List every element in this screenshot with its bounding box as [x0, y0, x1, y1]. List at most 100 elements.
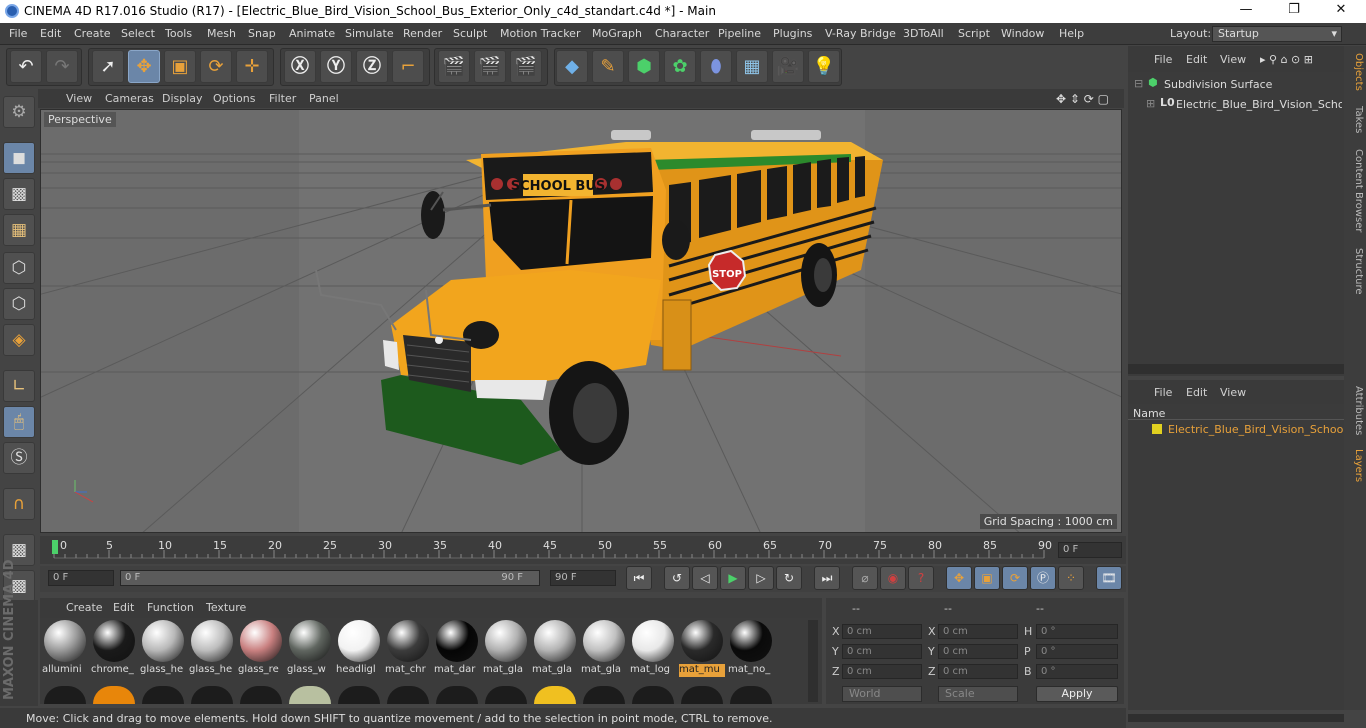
menu-pipeline[interactable]: Pipeline	[718, 27, 761, 40]
coord-rot-p-field[interactable]: 0 °	[1036, 644, 1118, 659]
key-parameter-icon[interactable]: Ⓟ	[1030, 566, 1056, 590]
material-swatch-partial[interactable]	[583, 686, 625, 704]
y-axis-icon[interactable]: Ⓨ	[320, 50, 352, 83]
make-editable-icon[interactable]: ⚙	[3, 96, 35, 128]
viewport-navigation-icons[interactable]: ✥ ⇕ ⟳ ▢	[1056, 92, 1109, 106]
coord-rot-h-field[interactable]: 0 °	[1036, 624, 1118, 639]
material-menu-edit[interactable]: Edit	[113, 601, 134, 614]
layer-menu-view[interactable]: View	[1220, 386, 1246, 399]
viewport-menu-options[interactable]: Options	[213, 92, 255, 105]
tab-attributes[interactable]: Attributes	[1346, 384, 1364, 438]
start-frame-field[interactable]: 0 F	[48, 570, 114, 586]
material-swatch-partial[interactable]	[681, 686, 723, 704]
material-swatch[interactable]: mat_log	[630, 620, 676, 680]
object-toolbar-icons[interactable]: ▸ ⚲ ⌂ ⊙ ⊞	[1260, 53, 1313, 66]
layout-dropdown[interactable]: Startup ▾	[1212, 26, 1342, 42]
menu-tools[interactable]: Tools	[165, 27, 192, 40]
material-swatch-partial[interactable]	[93, 686, 135, 704]
scale-tool-icon[interactable]: ▣	[164, 50, 196, 83]
cube-icon[interactable]: ◆	[556, 50, 588, 83]
timeline-ruler[interactable]: 0 5 10 15 20 25 30 35 40 45 50 55 60 65 …	[40, 536, 1126, 564]
menu-snap[interactable]: Snap	[248, 27, 276, 40]
rotate-tool-icon[interactable]: ⟳	[200, 50, 232, 83]
expand-icon[interactable]: ⊞	[1146, 97, 1155, 110]
coord-pos-x-field[interactable]: 0 cm	[842, 624, 922, 639]
material-swatch[interactable]: allumini	[42, 620, 88, 680]
viewport-menu-view[interactable]: View	[66, 92, 92, 105]
subdivision-icon[interactable]: ⬢	[628, 50, 660, 83]
coord-pos-z-field[interactable]: 0 cm	[842, 664, 922, 679]
menu-help[interactable]: Help	[1059, 27, 1084, 40]
next-key-icon[interactable]: ↻	[776, 566, 802, 590]
viewport-menu-filter[interactable]: Filter	[269, 92, 296, 105]
coord-rot-b-field[interactable]: 0 °	[1036, 664, 1118, 679]
live-selection-icon[interactable]: ➚	[92, 50, 124, 83]
material-swatch[interactable]: headligl	[336, 620, 382, 680]
menu-motion-tracker[interactable]: Motion Tracker	[500, 27, 580, 40]
recent-tool-icon[interactable]: ✛	[236, 50, 268, 83]
material-swatch-partial[interactable]	[289, 686, 331, 704]
texture-mode-icon[interactable]: ▩	[3, 178, 35, 210]
layer-menu-file[interactable]: File	[1154, 386, 1172, 399]
move-tool-icon[interactable]: ✥	[128, 50, 160, 83]
material-swatch-partial[interactable]	[191, 686, 233, 704]
minimize-button[interactable]: —	[1223, 2, 1269, 20]
material-swatch-partial[interactable]	[534, 686, 576, 704]
redo-icon[interactable]: ↷	[46, 50, 78, 83]
key-rotation-icon[interactable]: ⟳	[1002, 566, 1028, 590]
timeline-window-icon[interactable]: 🎞	[1096, 566, 1122, 590]
menu-character[interactable]: Character	[655, 27, 709, 40]
points-mode-icon[interactable]: ⬡	[3, 252, 35, 284]
layer-scrollbar[interactable]	[1128, 714, 1344, 722]
menu-select[interactable]: Select	[121, 27, 155, 40]
material-swatch[interactable]: glass_he	[189, 620, 235, 680]
coord-size-z-field[interactable]: 0 cm	[938, 664, 1018, 679]
light-icon[interactable]: 💡	[808, 50, 840, 83]
key-scale-icon[interactable]: ▣	[974, 566, 1000, 590]
render-view-icon[interactable]: 🎬	[438, 50, 470, 83]
material-swatch[interactable]: mat_mu	[679, 620, 725, 680]
workplane-icon[interactable]: ▦	[3, 214, 35, 246]
expand-icon[interactable]: ⊟	[1134, 77, 1143, 90]
object-row-subdivision[interactable]: ⊟ ⬢ Subdivision Surface	[1132, 76, 1342, 92]
menu-create[interactable]: Create	[74, 27, 111, 40]
coord-mode-dropdown[interactable]: Scale	[938, 686, 1018, 702]
coord-space-dropdown[interactable]: World	[842, 686, 922, 702]
object-menu-view[interactable]: View	[1220, 53, 1246, 66]
coord-size-x-field[interactable]: 0 cm	[938, 624, 1018, 639]
polygons-mode-icon[interactable]: ◈	[3, 324, 35, 356]
play-icon[interactable]: ▶	[720, 566, 746, 590]
playhead-marker[interactable]	[52, 540, 58, 554]
menu-script[interactable]: Script	[958, 27, 990, 40]
material-swatch[interactable]: mat_chr	[385, 620, 431, 680]
snap-magnet-icon[interactable]: ∩	[3, 488, 35, 520]
material-menu-create[interactable]: Create	[66, 601, 103, 614]
x-axis-icon[interactable]: Ⓧ	[284, 50, 316, 83]
record-keys-icon[interactable]: ⌀	[852, 566, 878, 590]
perspective-viewport[interactable]: SCHOOL BUS STOP Perspective Grid Spacing…	[40, 109, 1122, 533]
material-swatch-partial[interactable]	[436, 686, 478, 704]
menu-vray-bridge[interactable]: V-Ray Bridge	[825, 27, 896, 40]
keyframe-selection-icon[interactable]: ?	[908, 566, 934, 590]
material-swatch-partial[interactable]	[142, 686, 184, 704]
menu-window[interactable]: Window	[1001, 27, 1044, 40]
previous-key-icon[interactable]: ↺	[664, 566, 690, 590]
render-settings-icon[interactable]: 🎬	[510, 50, 542, 83]
layer-menu-edit[interactable]: Edit	[1186, 386, 1207, 399]
go-to-end-icon[interactable]: ⏭	[814, 566, 840, 590]
tweak-mode-icon[interactable]: 🖱	[3, 406, 35, 438]
next-frame-icon[interactable]: ▷	[748, 566, 774, 590]
solo-icon[interactable]: Ⓢ	[3, 442, 35, 474]
frame-range-slider[interactable]: 0 F 90 F	[120, 570, 540, 586]
material-swatch[interactable]: glass_w	[287, 620, 333, 680]
material-swatch-partial[interactable]	[338, 686, 380, 704]
coord-pos-y-field[interactable]: 0 cm	[842, 644, 922, 659]
viewport-menu-panel[interactable]: Panel	[309, 92, 339, 105]
go-to-start-icon[interactable]: ⏮	[626, 566, 652, 590]
apply-button[interactable]: Apply	[1036, 686, 1118, 702]
autokey-icon[interactable]: ◉	[880, 566, 906, 590]
material-swatch[interactable]: mat_gla	[483, 620, 529, 680]
material-swatch[interactable]: chrome_	[91, 620, 137, 680]
material-swatch[interactable]: glass_he	[140, 620, 186, 680]
menu-plugins[interactable]: Plugins	[773, 27, 812, 40]
